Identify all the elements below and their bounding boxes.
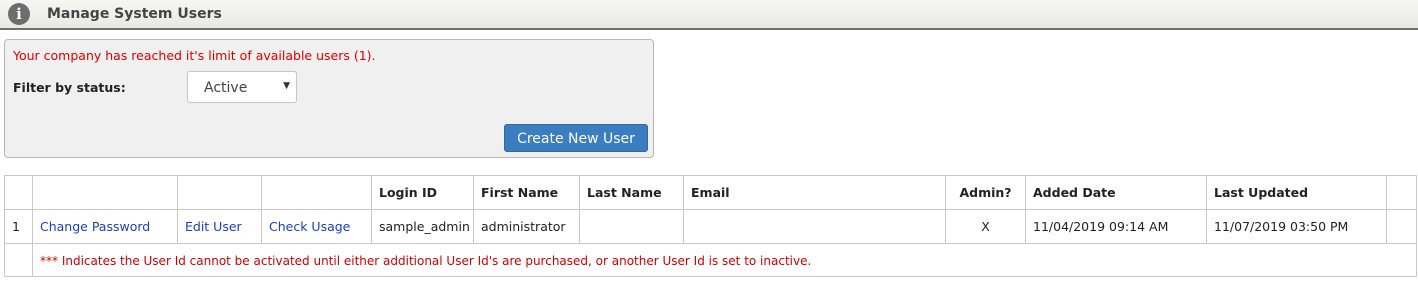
inactive-user-note: *** Indicates the User Id cannot be acti…	[40, 253, 812, 268]
check-usage-link[interactable]: Check Usage	[269, 219, 350, 234]
last-updated-cell: 11/07/2019 03:50 PM	[1206, 209, 1387, 244]
status-filter-value: Active	[204, 80, 248, 96]
table-header-row: Login ID First Name Last Name Email Admi…	[4, 175, 1417, 210]
admin-cell: X	[945, 209, 1026, 244]
email-cell	[683, 209, 946, 244]
col-header-last-updated: Last Updated	[1206, 175, 1387, 210]
title-bar: i Manage System Users	[0, 0, 1418, 30]
login-id-cell: sample_admin	[371, 209, 474, 244]
col-header-num	[4, 175, 33, 210]
col-header-login-id: Login ID	[371, 175, 474, 210]
extra-cell	[1386, 209, 1417, 244]
change-password-link[interactable]: Change Password	[40, 219, 150, 234]
col-header-action-1	[32, 175, 178, 210]
col-header-added-date: Added Date	[1025, 175, 1207, 210]
status-filter-select[interactable]: Active ▼	[187, 71, 297, 103]
filter-panel: Your company has reached it's limit of a…	[4, 39, 654, 158]
row-number: 1	[4, 209, 33, 244]
user-limit-warning: Your company has reached it's limit of a…	[13, 48, 376, 63]
create-new-user-button[interactable]: Create New User	[504, 124, 648, 152]
info-icon: i	[8, 3, 30, 25]
note-spacer-cell	[4, 243, 33, 277]
col-header-admin: Admin?	[945, 175, 1026, 210]
col-header-first-name: First Name	[473, 175, 580, 210]
first-name-cell: administrator	[473, 209, 580, 244]
col-header-email: Email	[683, 175, 946, 210]
filter-status-label: Filter by status:	[13, 80, 126, 95]
table-row: 1 Change Password Edit User Check Usage …	[4, 209, 1417, 244]
col-header-extra	[1386, 175, 1417, 210]
edit-user-link[interactable]: Edit User	[185, 219, 242, 234]
page-title: Manage System Users	[47, 6, 222, 22]
users-table: Login ID First Name Last Name Email Admi…	[4, 175, 1417, 277]
note-row: *** Indicates the User Id cannot be acti…	[4, 243, 1417, 277]
chevron-down-icon: ▼	[283, 81, 290, 91]
added-date-cell: 11/04/2019 09:14 AM	[1025, 209, 1207, 244]
last-name-cell	[579, 209, 684, 244]
col-header-action-2	[177, 175, 262, 210]
col-header-last-name: Last Name	[579, 175, 684, 210]
col-header-action-3	[261, 175, 372, 210]
